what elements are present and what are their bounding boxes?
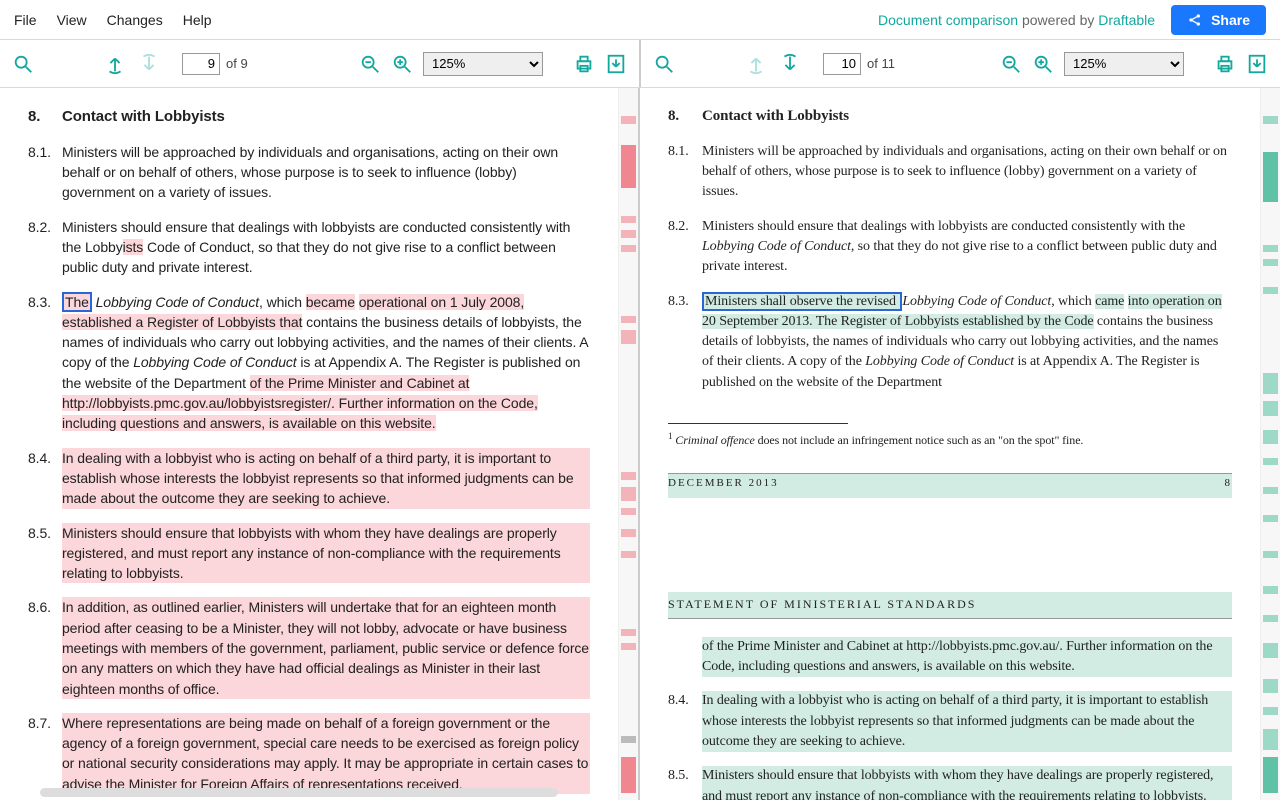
menu-changes[interactable]: Changes <box>107 12 163 28</box>
para-text: Ministers should ensure that lobbyists w… <box>62 523 590 584</box>
para-text: Ministers should ensure that dealings wi… <box>702 217 1232 278</box>
menu-file[interactable]: File <box>14 12 37 28</box>
para-text: In dealing with a lobbyist who is acting… <box>702 691 1232 752</box>
share-button[interactable]: Share <box>1171 5 1266 35</box>
footnote-rule <box>668 423 848 424</box>
para-text: In addition, as outlined earlier, Minist… <box>62 597 590 698</box>
search-icon[interactable] <box>12 53 34 75</box>
horizontal-scrollbar[interactable] <box>40 788 558 797</box>
para-num: 8.3. <box>668 292 702 393</box>
para-num <box>668 637 702 678</box>
change-strip-right[interactable] <box>1260 88 1280 800</box>
change-strip-left[interactable] <box>618 88 638 800</box>
section-number: 8. <box>28 106 62 128</box>
download-icon[interactable] <box>1246 53 1268 75</box>
pane-left: 8.Contact with Lobbyists 8.1.Ministers w… <box>0 88 640 800</box>
para-text: Where representations are being made on … <box>62 713 590 794</box>
brand-link[interactable]: Draftable <box>1098 12 1155 28</box>
para-num: 8.2. <box>668 217 702 278</box>
zoom-in-icon[interactable] <box>1032 53 1054 75</box>
para-num: 8.1. <box>668 142 702 203</box>
pane-right: 8.Contact with Lobbyists 8.1.Ministers w… <box>640 88 1280 800</box>
zoom-out-icon[interactable] <box>359 53 381 75</box>
content-panes: 8.Contact with Lobbyists 8.1.Ministers w… <box>0 88 1280 800</box>
para-num: 8.7. <box>28 713 62 794</box>
para-text: Ministers should ensure that dealings wi… <box>62 217 590 278</box>
para-num: 8.4. <box>668 691 702 752</box>
para-text: In dealing with a lobbyist who is acting… <box>62 448 590 509</box>
section-title: Contact with Lobbyists <box>702 106 849 128</box>
toolbar-right: of 11 125% <box>639 40 1280 87</box>
powered-by: Document comparison powered by Draftable <box>878 12 1155 28</box>
para-num: 8.5. <box>28 523 62 584</box>
app-root: File View Changes Help Document comparis… <box>0 0 1280 800</box>
toolbars: of 9 125% of 11 <box>0 40 1280 88</box>
menu-help[interactable]: Help <box>183 12 212 28</box>
para-num: 8.6. <box>28 597 62 698</box>
print-icon[interactable] <box>1214 53 1236 75</box>
prev-change-icon[interactable] <box>745 53 767 75</box>
change-box: Ministers shall observe the revised <box>702 292 902 311</box>
doc-comparison-label: Document comparison <box>878 12 1018 28</box>
section-title-banner: STATEMENT OF MINISTERIAL STANDARDS <box>668 592 1232 618</box>
prev-change-icon[interactable] <box>104 53 126 75</box>
para-text: The Lobbying Code of Conduct, which beca… <box>62 292 590 434</box>
para-num: 8.2. <box>28 217 62 278</box>
para-text: of the Prime Minister and Cabinet at htt… <box>702 637 1232 678</box>
para-num: 8.3. <box>28 292 62 434</box>
para-num: 8.1. <box>28 142 62 203</box>
zoom-select-right[interactable]: 125% <box>1064 52 1184 76</box>
search-icon[interactable] <box>653 53 675 75</box>
download-icon[interactable] <box>605 53 627 75</box>
share-icon <box>1187 12 1203 28</box>
zoom-in-icon[interactable] <box>391 53 413 75</box>
change-box: The <box>62 292 92 312</box>
para-text: Ministers will be approached by individu… <box>62 142 590 203</box>
top-right: Document comparison powered by Draftable… <box>878 5 1266 35</box>
page-footer: DECEMBER 20138 <box>668 473 1232 498</box>
para-num: 8.5. <box>668 766 702 800</box>
document-left[interactable]: 8.Contact with Lobbyists 8.1.Ministers w… <box>0 88 618 800</box>
section-number: 8. <box>668 106 702 128</box>
zoom-select-left[interactable]: 125% <box>423 52 543 76</box>
share-label: Share <box>1211 12 1250 28</box>
toolbar-left: of 9 125% <box>0 40 639 87</box>
print-icon[interactable] <box>573 53 595 75</box>
page-total-right: of 11 <box>867 56 895 71</box>
section-title: Contact with Lobbyists <box>62 106 225 128</box>
next-change-icon[interactable] <box>138 53 160 75</box>
menu-view[interactable]: View <box>57 12 87 28</box>
page-input-left[interactable] <box>182 53 220 75</box>
menu-bar: File View Changes Help <box>14 12 212 28</box>
next-change-icon[interactable] <box>779 53 801 75</box>
para-num: 8.4. <box>28 448 62 509</box>
top-bar: File View Changes Help Document comparis… <box>0 0 1280 40</box>
zoom-out-icon[interactable] <box>1000 53 1022 75</box>
para-text: Ministers should ensure that lobbyists w… <box>702 766 1232 800</box>
document-right[interactable]: 8.Contact with Lobbyists 8.1.Ministers w… <box>640 88 1260 800</box>
footnote: 1 Criminal offence does not include an i… <box>668 430 1232 449</box>
para-text: Ministers shall observe the revised Lobb… <box>702 292 1232 393</box>
powered-text: powered by <box>1018 12 1098 28</box>
page-total-left: of 9 <box>226 56 248 71</box>
para-text: Ministers will be approached by individu… <box>702 142 1232 203</box>
page-input-right[interactable] <box>823 53 861 75</box>
